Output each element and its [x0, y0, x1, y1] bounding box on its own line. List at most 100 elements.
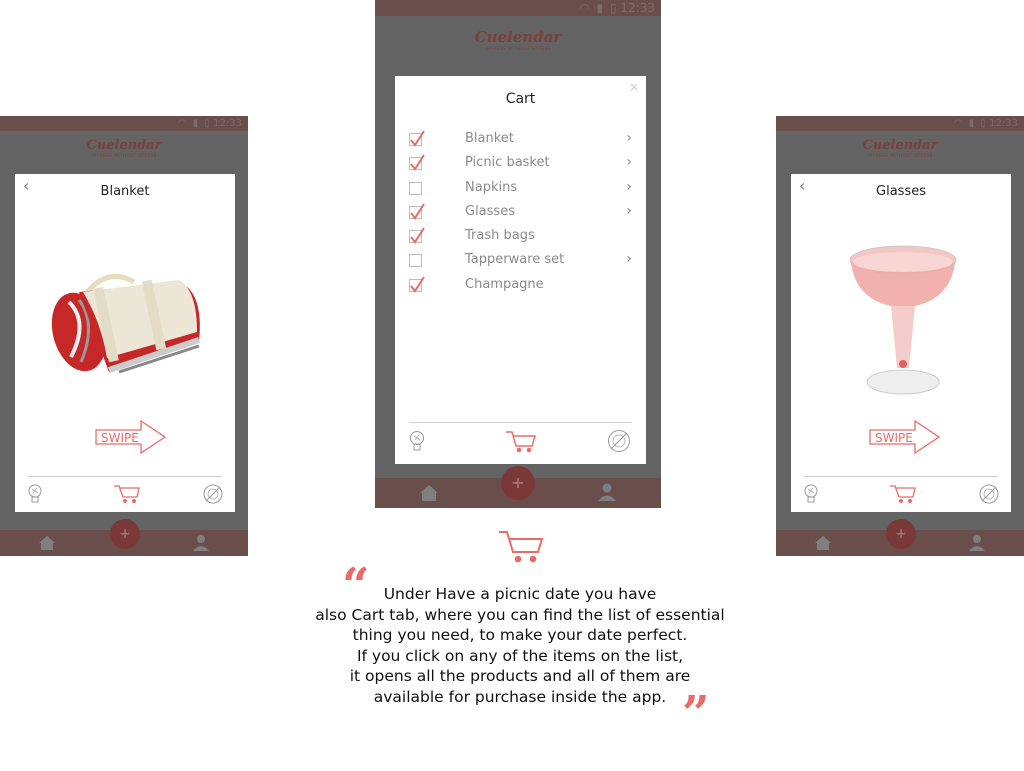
plus-button[interactable]: +: [110, 519, 140, 549]
cart-item[interactable]: Blanket ›: [409, 130, 632, 154]
cart-item[interactable]: Trash bags: [409, 227, 632, 251]
user-icon[interactable]: [968, 534, 986, 552]
item-label[interactable]: Trash bags: [465, 228, 535, 243]
phone-screen-glasses: ◠ ▮ ▯ 12:33 Cuelendar IMPRESS WITHOUT ST…: [776, 116, 1024, 556]
chevron-right-icon[interactable]: ›: [626, 154, 632, 170]
plus-button[interactable]: +: [886, 519, 916, 549]
product-title: Glasses: [876, 184, 926, 199]
chevron-right-icon[interactable]: ›: [626, 130, 632, 146]
cart-icon[interactable]: [505, 430, 537, 454]
tab-divider: [804, 476, 998, 477]
item-checkbox[interactable]: [409, 227, 425, 244]
product-title: Blanket: [100, 184, 150, 199]
signal-icon: ▮: [968, 118, 975, 129]
compass-icon[interactable]: [203, 484, 223, 504]
item-label[interactable]: Picnic basket: [465, 155, 550, 170]
wifi-icon: ◠: [953, 118, 963, 129]
item-label[interactable]: Blanket: [465, 131, 514, 146]
status-bar: ◠ ▮ ▯ 12:33: [0, 116, 248, 131]
blanket-image[interactable]: [49, 262, 209, 382]
item-checkbox[interactable]: [409, 203, 425, 220]
tab-divider: [28, 476, 222, 477]
swipe-arrow[interactable]: SWIPE: [95, 420, 167, 454]
description-line: it opens all the products and all of the…: [349, 667, 691, 685]
item-label[interactable]: Napkins: [465, 180, 517, 195]
cart-icon: [499, 531, 544, 563]
description-line: available for purchase inside the app.: [373, 687, 667, 706]
logo-tagline: IMPRESS WITHOUT STRESS: [91, 153, 157, 158]
checkmark-icon: [410, 276, 425, 293]
home-icon[interactable]: [814, 535, 832, 551]
cart-title: Cart: [505, 91, 536, 107]
battery-icon: ▯: [609, 1, 617, 15]
cart-item[interactable]: Napkins ›: [409, 179, 632, 203]
chevron-right-icon[interactable]: ›: [626, 203, 632, 219]
logo-tagline: IMPRESS WITHOUT STRESS: [485, 46, 551, 51]
logo-text: Cuelendar: [86, 138, 162, 153]
cart-item-list: Blanket › Picnic basket › Napkins › Glasses › Tr…: [409, 130, 632, 300]
product-card: ‹ Glasses SWIPE: [791, 174, 1011, 512]
compass-icon[interactable]: [979, 484, 999, 504]
signal-icon: ▮: [192, 118, 199, 129]
cart-item[interactable]: Champagne: [409, 276, 632, 300]
bottom-navbar: +: [776, 519, 1024, 556]
lightbulb-icon[interactable]: [409, 430, 425, 452]
plus-button[interactable]: +: [501, 466, 535, 500]
plus-icon: +: [511, 473, 525, 492]
phone-screen-cart: ◠ ▮ ▯ 12:33 Cuelendar IMPRESS WITHOUT ST…: [375, 0, 661, 508]
wifi-icon: ◠: [177, 118, 187, 129]
app-logo: Cuelendar IMPRESS WITHOUT STRESS: [776, 138, 1024, 158]
description-line: Under Have a picnic date you have: [383, 585, 657, 603]
item-label[interactable]: Champagne: [465, 277, 544, 292]
swipe-label: SWIPE: [101, 431, 139, 445]
lightbulb-icon[interactable]: [803, 484, 819, 504]
item-checkbox[interactable]: [409, 154, 425, 172]
bottom-navbar: +: [375, 466, 661, 508]
cart-dialog: × Cart Blanket › Picnic basket › Napkins › Gla…: [395, 76, 646, 464]
logo-text: Cuelendar: [862, 138, 938, 153]
checkmark-icon: [410, 227, 425, 244]
description-line: also Cart tab, where you can find the li…: [315, 605, 725, 624]
item-checkbox[interactable]: [409, 130, 425, 147]
compass-icon[interactable]: [607, 429, 631, 453]
item-checkbox[interactable]: [409, 276, 425, 293]
plus-icon: +: [119, 526, 131, 542]
home-icon[interactable]: [38, 535, 56, 551]
cart-item[interactable]: Picnic basket ›: [409, 154, 632, 178]
checkmark-icon: [410, 154, 425, 172]
swipe-arrow[interactable]: SWIPE: [869, 420, 941, 454]
signal-icon: ▮: [596, 1, 604, 15]
cart-icon[interactable]: [113, 484, 141, 504]
chevron-right-icon[interactable]: ›: [626, 179, 632, 195]
home-icon[interactable]: [419, 484, 439, 502]
item-checkbox[interactable]: [409, 181, 422, 195]
description-line: If you click on any of the items on the …: [356, 646, 684, 665]
cart-icon[interactable]: [889, 484, 917, 504]
app-logo: Cuelendar IMPRESS WITHOUT STRESS: [375, 28, 661, 51]
battery-icon: ▯: [980, 118, 986, 129]
app-logo: Cuelendar IMPRESS WITHOUT STRESS: [0, 138, 248, 158]
glass-image[interactable]: [847, 242, 959, 398]
checkmark-icon: [410, 130, 425, 147]
chevron-right-icon[interactable]: ›: [626, 251, 632, 267]
description-line: thing you need, to make your date perfec…: [352, 626, 688, 644]
battery-icon: ▯: [204, 118, 210, 129]
close-quote-mark: ”: [682, 686, 710, 742]
product-card: ‹ Blanket SWIPE: [15, 174, 235, 512]
user-icon[interactable]: [597, 482, 617, 502]
item-label[interactable]: Glasses: [465, 204, 515, 219]
status-time: 12:33: [213, 118, 242, 129]
plus-icon: +: [895, 526, 907, 542]
status-bar: ◠ ▮ ▯ 12:33: [375, 0, 661, 16]
cart-item[interactable]: Glasses ›: [409, 203, 632, 227]
bottom-navbar: +: [0, 519, 248, 556]
user-icon[interactable]: [192, 534, 210, 552]
status-time: 12:33: [620, 1, 655, 15]
checkmark-icon: [410, 203, 425, 220]
tab-divider: [409, 422, 632, 423]
lightbulb-icon[interactable]: [27, 484, 43, 504]
logo-text: Cuelendar: [474, 28, 562, 46]
cart-item[interactable]: Tapperware set ›: [409, 251, 632, 275]
item-checkbox[interactable]: [409, 254, 422, 268]
item-label[interactable]: Tapperware set: [465, 252, 564, 267]
